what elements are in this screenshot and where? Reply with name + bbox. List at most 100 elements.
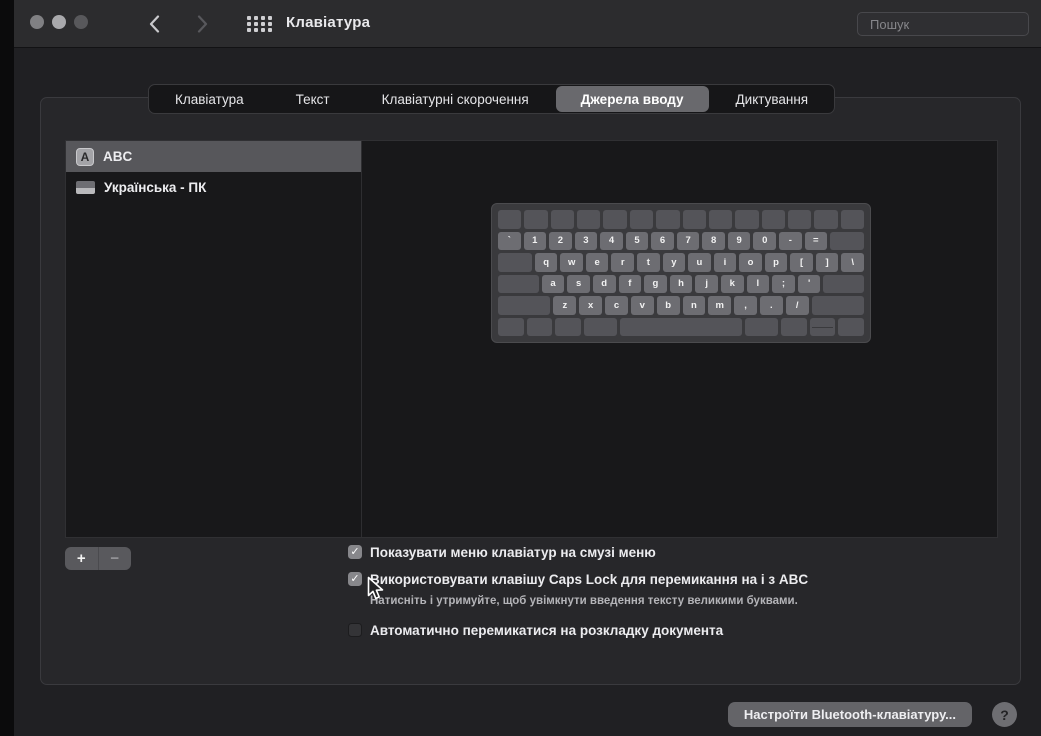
keyboard-key: m bbox=[708, 296, 732, 315]
keyboard-key: a bbox=[541, 274, 565, 293]
keyboard-key: , bbox=[734, 296, 757, 315]
keyboard-key: r bbox=[611, 253, 635, 272]
keyboard-key: l bbox=[746, 274, 770, 293]
keyboard-key bbox=[619, 317, 743, 336]
keyboard-key: z bbox=[553, 296, 577, 315]
keyboard-key bbox=[498, 210, 522, 229]
keyboard-key bbox=[583, 317, 617, 336]
show-all-button[interactable] bbox=[246, 14, 272, 34]
input-source-label: Українська - ПК bbox=[104, 180, 207, 195]
checkbox-checked-icon[interactable]: ✓ bbox=[348, 545, 362, 559]
checkbox-label: Автоматично перемикатися на розкладку до… bbox=[370, 623, 724, 638]
keyboard-key: . bbox=[759, 296, 783, 315]
tab-keyboard[interactable]: Клавіатура bbox=[149, 85, 270, 113]
bluetooth-setup-button[interactable]: Настроїти Bluetooth-клавіатуру... bbox=[727, 702, 972, 727]
keyboard-key: 8 bbox=[702, 231, 725, 250]
checkbox-caps-lock-switch[interactable]: ✓ Використовувати клавішу Caps Lock для … bbox=[348, 571, 808, 588]
keyboard-key bbox=[781, 317, 807, 336]
help-button[interactable]: ? bbox=[992, 702, 1017, 727]
keyboard-key: i bbox=[713, 253, 737, 272]
keyboard-key bbox=[838, 317, 864, 336]
tab-shortcuts[interactable]: Клавіатурні скорочення bbox=[356, 85, 555, 113]
input-source-label: ABC bbox=[103, 149, 133, 164]
keyboard-key: ; bbox=[772, 274, 795, 293]
keyboard-key: d bbox=[592, 274, 616, 293]
search-field[interactable] bbox=[857, 12, 1041, 36]
keyboard-key: 5 bbox=[625, 231, 649, 250]
keyboard-key bbox=[526, 317, 553, 336]
keyboard-key: h bbox=[669, 274, 693, 293]
keyboard-key: 1 bbox=[523, 231, 547, 250]
keyboard-key: ` bbox=[498, 231, 521, 250]
keyboard-key bbox=[555, 317, 581, 336]
keyboard-key bbox=[656, 210, 680, 229]
keyboard-key bbox=[498, 253, 532, 272]
checkbox-checked-icon[interactable]: ✓ bbox=[348, 572, 362, 586]
grid-icon bbox=[246, 16, 251, 20]
keyboard-key: 3 bbox=[574, 231, 598, 250]
keyboard-key: - bbox=[779, 231, 802, 250]
keyboard-key: j bbox=[695, 274, 718, 293]
keyboard-key: o bbox=[739, 253, 762, 272]
keyboard-key bbox=[745, 317, 779, 336]
search-input[interactable] bbox=[870, 16, 1041, 32]
keyboard-key bbox=[830, 231, 864, 250]
keyboard-key bbox=[524, 210, 548, 229]
close-button[interactable] bbox=[30, 15, 44, 29]
list-item-abc[interactable]: A ABC bbox=[66, 141, 361, 172]
tab-text[interactable]: Текст bbox=[270, 85, 356, 113]
traffic-lights bbox=[30, 15, 88, 29]
checkbox-label: Використовувати клавішу Caps Lock для пе… bbox=[370, 572, 809, 587]
minimize-button[interactable] bbox=[52, 15, 66, 29]
keyboard-key: k bbox=[720, 274, 744, 293]
titlebar: Клавіатура bbox=[14, 0, 1041, 48]
system-preferences-window: Клавіатура Клавіатура Текст Клавіатурні … bbox=[14, 0, 1041, 736]
caps-lock-note: Натисніть і утримуйте, щоб увімкнути вве… bbox=[370, 595, 798, 607]
keyboard-key: y bbox=[662, 253, 686, 272]
keyboard-key bbox=[814, 210, 838, 229]
list-item-ukrainian[interactable]: Українська - ПК bbox=[66, 172, 361, 203]
keyboard-key bbox=[787, 210, 812, 229]
keyboard-key bbox=[809, 317, 836, 336]
keyboard-key bbox=[577, 210, 601, 229]
keyboard-key: n bbox=[682, 296, 706, 315]
input-sources-panel: A ABC Українська - ПК ` 1 2 3 4 5 6 7 8 9 0- = q w e r t… bbox=[65, 140, 998, 538]
keyboard-key bbox=[811, 296, 865, 315]
chevron-left-icon bbox=[149, 15, 159, 33]
keyboard-key bbox=[840, 210, 865, 229]
keyboard-key bbox=[629, 210, 654, 229]
keyboard-key: [ bbox=[790, 253, 813, 272]
keyboard-key: t bbox=[637, 253, 660, 272]
checkbox-show-keyboard-menu[interactable]: ✓ Показувати меню клавіатур на смузі мен… bbox=[348, 544, 656, 561]
tab-input-sources[interactable]: Джерела вводу bbox=[555, 86, 709, 112]
keyboard-key bbox=[498, 317, 524, 336]
keyboard-key bbox=[761, 210, 785, 229]
keyboard-key bbox=[498, 296, 551, 315]
keyboard-key: b bbox=[656, 296, 680, 315]
checkbox-label: Показувати меню клавіатур на смузі меню bbox=[370, 545, 656, 560]
keyboard-key: v bbox=[630, 296, 654, 315]
window-title: Клавіатура bbox=[286, 14, 371, 31]
keyboard-key bbox=[603, 210, 627, 229]
checkbox-unchecked-icon[interactable] bbox=[348, 623, 362, 637]
remove-input-source-button[interactable]: − bbox=[99, 547, 132, 570]
checkbox-auto-switch-layout[interactable]: Автоматично перемикатися на розкладку до… bbox=[348, 622, 723, 639]
keyboard-key: \ bbox=[841, 253, 864, 272]
forward-button[interactable] bbox=[190, 12, 214, 36]
keyboard-key: ] bbox=[815, 253, 839, 272]
keyboard-key bbox=[682, 210, 706, 229]
keyboard-key: 9 bbox=[727, 231, 751, 250]
chevron-right-icon bbox=[197, 15, 207, 33]
ukrainian-flag-icon bbox=[76, 181, 95, 194]
zoom-button[interactable] bbox=[74, 15, 88, 29]
add-input-source-button[interactable]: + bbox=[65, 547, 99, 570]
back-button[interactable] bbox=[142, 12, 166, 36]
keyboard-key bbox=[823, 274, 865, 293]
keyboard-key bbox=[735, 210, 759, 229]
keyboard-key: e bbox=[585, 253, 609, 272]
keyboard-key: u bbox=[688, 253, 711, 272]
input-source-list: A ABC Українська - ПК bbox=[66, 141, 361, 537]
keyboard-key: 0 bbox=[753, 231, 777, 250]
keyboard-key: x bbox=[579, 296, 603, 315]
tab-dictation[interactable]: Диктування bbox=[710, 85, 835, 113]
